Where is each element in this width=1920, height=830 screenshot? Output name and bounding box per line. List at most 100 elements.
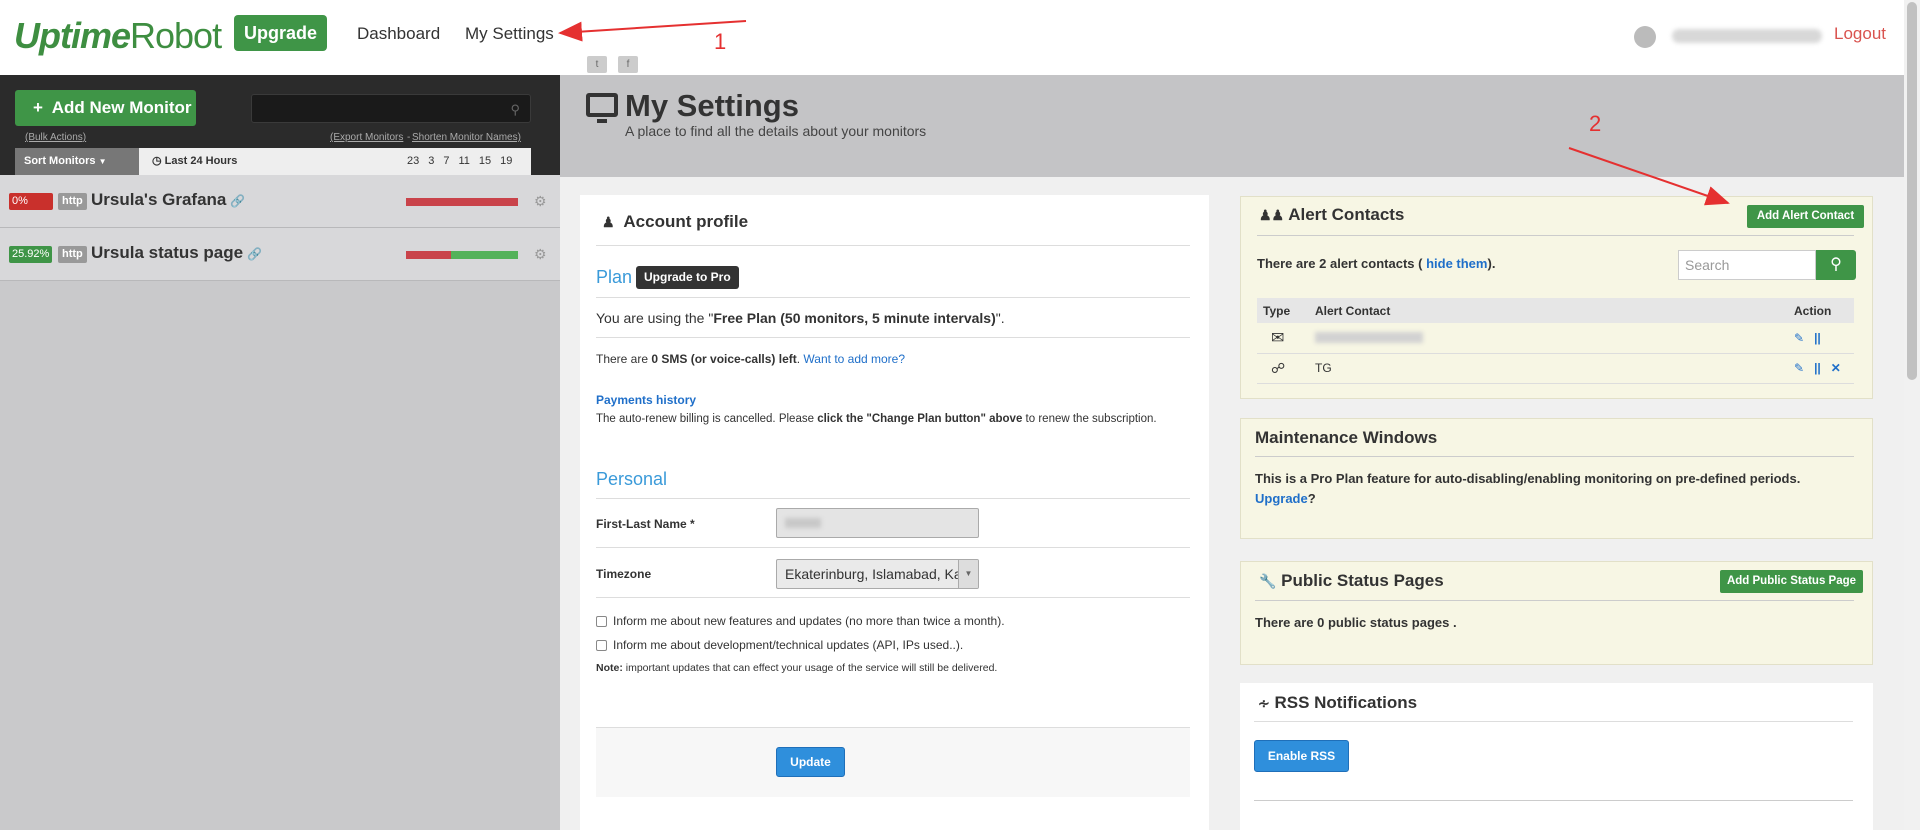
hide-them-link[interactable]: hide them (1426, 256, 1487, 271)
plan-text: You are using the "Free Plan (50 monitor… (596, 310, 1005, 326)
rss-notifications-panel: ∻ RSS Notifications Enable RSS (1240, 683, 1873, 830)
export-monitors-link[interactable]: (Export Monitors (330, 132, 403, 143)
user-menu[interactable] (1634, 26, 1824, 48)
search-icon: ⚲ (510, 102, 520, 117)
features-checkbox[interactable] (596, 616, 607, 627)
plus-icon: + (33, 98, 43, 117)
renew-text: The auto-renew billing is cancelled. Ple… (596, 413, 1157, 425)
shorten-names-link[interactable]: Shorten Monitor Names) (412, 132, 521, 143)
monitor-name[interactable]: Ursula status page 🔗 (91, 243, 262, 263)
alert-contact-email (1309, 323, 1788, 354)
top-nav: UptimeRobot Upgrade Dashboard My Setting… (0, 0, 1904, 75)
search-button[interactable]: ⚲ (1816, 250, 1856, 280)
pause-icon[interactable]: || (1814, 361, 1821, 375)
scrollbar-thumb[interactable] (1907, 2, 1917, 380)
add-public-status-page-button[interactable]: Add Public Status Page (1720, 570, 1863, 593)
search-icon: ⚲ (1830, 256, 1842, 273)
upgrade-button[interactable]: Upgrade (234, 15, 327, 51)
name-label: First-Last Name * (596, 517, 695, 531)
update-button[interactable]: Update (776, 747, 845, 777)
sort-monitors-dropdown[interactable]: Sort Monitors ▼ (15, 148, 139, 175)
link-icon: 🔗 (230, 194, 246, 208)
add-alert-contact-button[interactable]: Add Alert Contact (1747, 205, 1864, 228)
status-pages-text: There are 0 public status pages . (1255, 615, 1457, 630)
annotation-number-2: 2 (1589, 111, 1602, 136)
name-field[interactable] (776, 508, 979, 538)
timezone-label: Timezone (596, 567, 652, 581)
uptime-bar (406, 251, 518, 259)
enable-rss-button[interactable]: Enable RSS (1254, 740, 1349, 772)
page-banner: My Settings A place to find all the deta… (560, 75, 1904, 177)
upgrade-to-pro-button[interactable]: Upgrade to Pro (636, 266, 739, 289)
envelope-icon: ✉ (1257, 323, 1309, 354)
rss-icon: ∻ (1258, 695, 1270, 711)
maintenance-windows-panel: Maintenance Windows This is a Pro Plan f… (1240, 418, 1873, 539)
facebook-icon[interactable]: f (618, 56, 638, 73)
rss-title: ∻ RSS Notifications (1258, 693, 1418, 712)
users-icon: ♟♟ (1259, 207, 1285, 223)
user-avatar-icon (1634, 26, 1656, 48)
gear-icon[interactable]: ⚙ (534, 193, 547, 210)
alert-search-input[interactable]: Search (1678, 250, 1816, 280)
logout-link[interactable]: Logout (1834, 24, 1886, 44)
nav-dashboard[interactable]: Dashboard (357, 24, 440, 44)
main-content: My Settings A place to find all the deta… (560, 75, 1904, 830)
want-more-link[interactable]: Want to add more? (803, 352, 905, 366)
wrench-icon: 🔧 (1259, 573, 1277, 589)
logo[interactable]: UptimeRobot (14, 15, 222, 57)
table-header-row: Type Alert Contact Action (1257, 298, 1854, 323)
gear-icon[interactable]: ⚙ (534, 246, 547, 263)
alert-contact-name: TG (1309, 353, 1788, 384)
dev-updates-checkbox[interactable] (596, 640, 607, 651)
table-row: ☍ TG ✎ || ✕ (1257, 353, 1854, 384)
row-actions: ✎ || ✕ (1788, 353, 1854, 384)
payments-history-link[interactable]: Payments history (596, 393, 696, 407)
maintenance-title: Maintenance Windows (1255, 428, 1438, 447)
timezone-select[interactable]: Ekaterinburg, Islamabad, Karachi ▼ (776, 559, 979, 589)
edit-icon[interactable]: ✎ (1794, 331, 1804, 345)
note-text: Note: important updates that can effect … (596, 662, 998, 674)
monitor-name[interactable]: Ursula's Grafana 🔗 (91, 190, 245, 210)
monitor-row[interactable]: 0% http Ursula's Grafana 🔗 ⚙ (0, 175, 560, 228)
sms-text: There are 0 SMS (or voice-calls) left. W… (596, 352, 906, 366)
sidebar-header: + Add New Monitor ⚲ (Bulk Actions) (Expo… (0, 75, 560, 175)
delete-icon[interactable]: ✕ (1831, 361, 1841, 375)
edit-icon[interactable]: ✎ (1794, 361, 1804, 375)
upgrade-link[interactable]: Upgrade (1255, 491, 1308, 506)
twitter-icon[interactable]: t (587, 56, 607, 73)
http-badge: http (58, 193, 87, 210)
dev-updates-checkbox-label: Inform me about development/technical up… (613, 638, 964, 652)
user-email-redacted (1672, 29, 1822, 43)
maintenance-text: This is a Pro Plan feature for auto-disa… (1255, 471, 1801, 506)
sidebar: + Add New Monitor ⚲ (Bulk Actions) (Expo… (0, 75, 560, 830)
clock-icon: ◷ (152, 155, 162, 167)
monitor-row[interactable]: 25.92% http Ursula status page 🔗 ⚙ (0, 228, 560, 281)
link-icon: 🔗 (247, 247, 263, 261)
bulk-actions-link[interactable]: (Bulk Actions) (25, 132, 86, 143)
uptime-bar (406, 198, 518, 206)
nav-my-settings[interactable]: My Settings (465, 24, 554, 44)
user-icon: ♟ (602, 214, 615, 230)
share-icon: ☍ (1257, 353, 1309, 384)
public-status-pages-panel: 🔧 Public Status Pages Add Public Status … (1240, 561, 1873, 665)
row-actions: ✎ || (1788, 323, 1854, 354)
chevron-down-icon: ▼ (958, 560, 978, 588)
uptime-badge: 0% (9, 193, 53, 210)
monitor-search-input[interactable]: ⚲ (251, 94, 531, 123)
page-title: My Settings (625, 88, 799, 123)
caret-down-icon: ▼ (98, 157, 107, 166)
pause-icon[interactable]: || (1814, 331, 1821, 345)
plan-heading: Plan (596, 267, 633, 287)
alert-contacts-table: Type Alert Contact Action ✉ ✎ || ☍ TG ✎ ||… (1257, 298, 1854, 384)
alert-count-text: There are 2 alert contacts ( hide them). (1257, 256, 1496, 271)
uptime-badge: 25.92% (9, 246, 53, 263)
http-badge: http (58, 246, 87, 263)
add-new-monitor-button[interactable]: + Add New Monitor (15, 90, 196, 126)
page-scrollbar[interactable] (1904, 0, 1920, 830)
features-checkbox-label: Inform me about new features and updates… (613, 614, 1005, 628)
last-24-hours: ◷ Last 24 Hours (152, 155, 238, 167)
alert-contacts-title: ♟♟ Alert Contacts (1259, 205, 1405, 224)
page-subtitle: A place to find all the details about yo… (625, 123, 927, 139)
hour-ticks: 23 3 7 11 15 19 (407, 155, 513, 167)
account-profile-panel: ♟ Account profile Plan Upgrade to Pro Yo… (580, 195, 1209, 830)
